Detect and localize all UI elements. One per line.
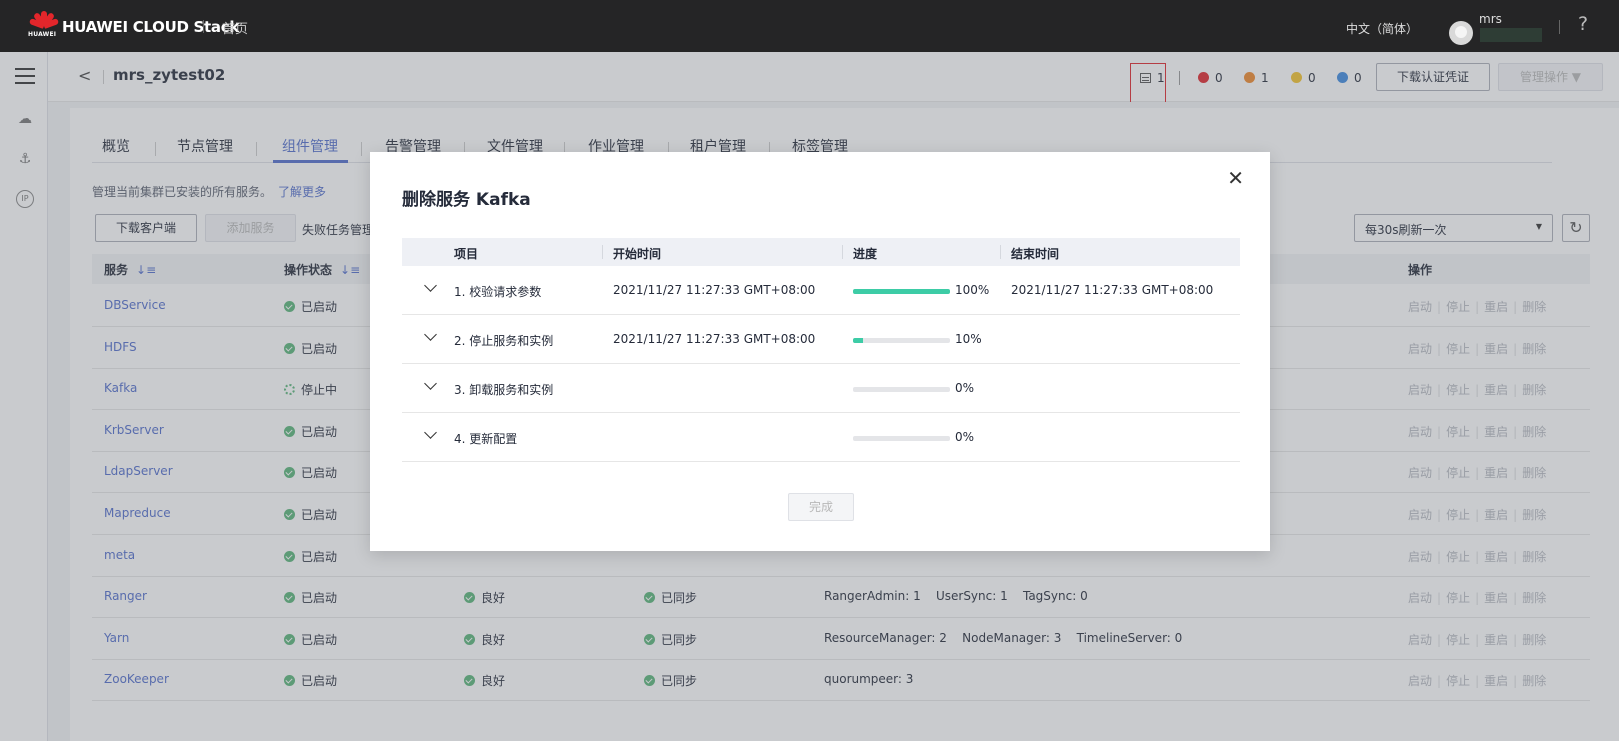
home-link[interactable]: 首页 (222, 18, 248, 37)
task-step-row: 4. 更新配置 0% (402, 413, 1240, 462)
task-step-row: 2. 停止服务和实例 2021/11/27 11:27:33 GMT+08:00 1… (402, 315, 1240, 364)
task-steps: 1. 校验请求参数 2021/11/27 11:27:33 GMT+08:00 10… (402, 266, 1240, 462)
chevron-down-icon[interactable] (424, 279, 437, 292)
divider (1000, 245, 1001, 259)
top-bar: HUAWEI HUAWEI CLOUD Stack 首页 中文（简体） mrs … (0, 0, 1619, 52)
user-account-redacted (1480, 28, 1542, 42)
step-progress-percent: 100% (955, 283, 990, 297)
column-item: 项目 (454, 247, 479, 261)
step-progress-percent: 0% (955, 430, 975, 444)
step-end-time: 2021/11/27 11:27:33 GMT+08:00 (1011, 283, 1214, 297)
done-button[interactable]: 完成 (788, 493, 854, 521)
step-progress-percent: 10% (955, 332, 982, 346)
help-icon[interactable]: ? (1578, 13, 1588, 35)
task-progress-table: 项目 开始时间 进度 结束时间 1. 校验请求参数 2021/11/27 11:2… (402, 238, 1240, 462)
column-progress: 进度 (853, 247, 878, 261)
step-progress-bar (853, 387, 950, 392)
divider (602, 245, 603, 259)
logo-caption: HUAWEI (28, 31, 57, 38)
task-table-header: 项目 开始时间 进度 结束时间 (402, 238, 1240, 266)
delete-service-dialog: 删除服务 Kafka ✕ 项目 开始时间 进度 结束时间 1. 校验请求参数 20… (370, 152, 1270, 551)
task-step-row: 3. 卸载服务和实例 0% (402, 364, 1240, 413)
close-icon[interactable]: ✕ (1227, 166, 1244, 190)
step-start-time: 2021/11/27 11:27:33 GMT+08:00 (613, 332, 816, 346)
brand[interactable]: HUAWEI HUAWEI CLOUD Stack (28, 10, 239, 42)
progress-fill (853, 338, 863, 343)
dialog-title: 删除服务 Kafka (402, 190, 531, 210)
step-progress-bar (853, 436, 950, 441)
chevron-down-icon[interactable] (424, 328, 437, 341)
step-progress-bar (853, 289, 950, 294)
divider (1559, 20, 1560, 34)
step-name: 3. 卸载服务和实例 (454, 383, 554, 397)
language-switch[interactable]: 中文（简体） (1346, 20, 1418, 37)
step-name: 1. 校验请求参数 (454, 285, 542, 299)
column-start-time: 开始时间 (613, 247, 662, 261)
divider (842, 245, 843, 259)
step-progress-percent: 0% (955, 381, 975, 395)
column-end-time: 结束时间 (1011, 247, 1060, 261)
step-start-time: 2021/11/27 11:27:33 GMT+08:00 (613, 283, 816, 297)
chevron-down-icon[interactable] (424, 426, 437, 439)
user-name[interactable]: mrs (1479, 12, 1502, 26)
chevron-down-icon[interactable] (424, 377, 437, 390)
step-name: 2. 停止服务和实例 (454, 334, 554, 348)
divider (203, 20, 204, 33)
step-progress-bar (853, 338, 950, 343)
avatar[interactable] (1449, 21, 1473, 45)
brand-name: HUAWEI CLOUD Stack (62, 18, 240, 36)
step-name: 4. 更新配置 (454, 432, 518, 446)
progress-fill (853, 289, 950, 294)
huawei-logo-icon: HUAWEI (28, 10, 60, 42)
task-step-row: 1. 校验请求参数 2021/11/27 11:27:33 GMT+08:00 10… (402, 266, 1240, 315)
